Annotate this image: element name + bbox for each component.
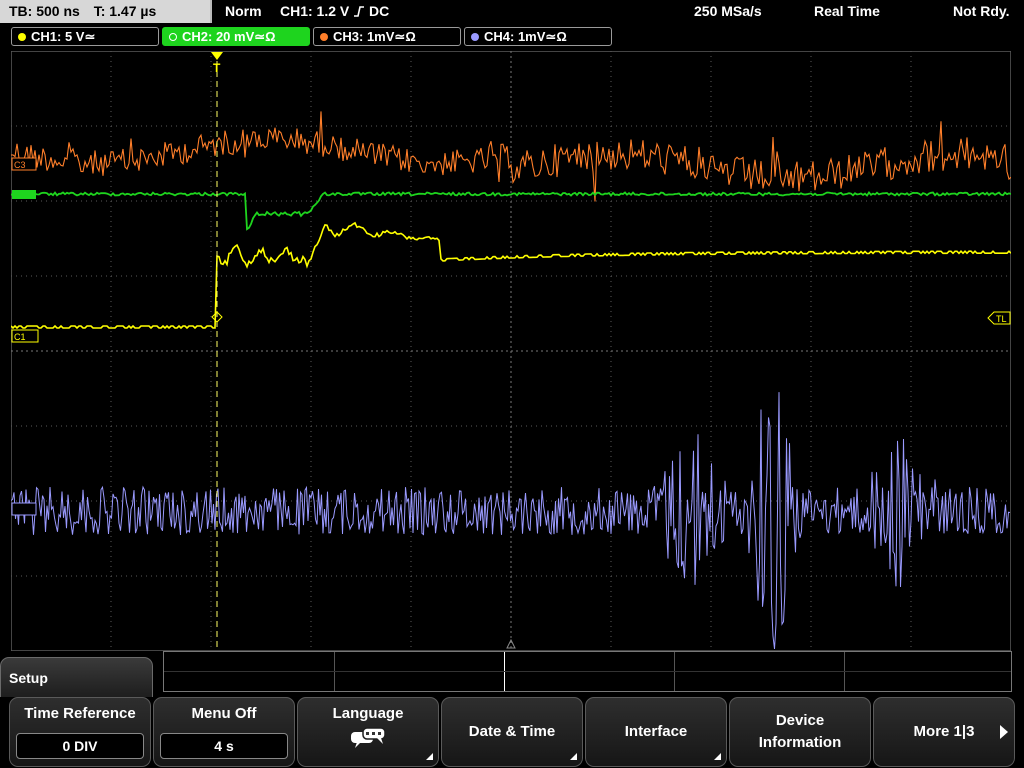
timebase-value: TB: 500 ns	[9, 3, 80, 19]
menu-off-label: Menu Off	[191, 705, 257, 722]
device-info-line1: Device	[775, 712, 825, 729]
ch1-coupling: ≃	[84, 29, 96, 44]
ch3-marker-label: C3	[14, 160, 26, 170]
more-softkey[interactable]: More 1|3	[873, 697, 1015, 767]
next-page-arrow-icon	[999, 725, 1008, 739]
channel-tab-ch2[interactable]: CH2: 20 mV≃Ω	[162, 27, 310, 46]
acquisition-mode: Real Time	[814, 3, 880, 19]
status-bar: TB: 500 ns T: 1.47 µs Norm CH1: 1.2 V DC…	[0, 0, 1024, 24]
menu-off-softkey[interactable]: Menu Off 4 s	[153, 697, 295, 767]
ch2-label: CH2: 20 mV	[182, 29, 255, 44]
ch1-color-dot-icon	[18, 33, 26, 41]
ch1-offset-marker[interactable]: C1	[11, 329, 39, 343]
trigger-source-value: CH1: 1.2 V	[280, 3, 350, 19]
ch2-color-dot-icon	[169, 33, 177, 41]
ch4-label: CH4: 1mV	[484, 29, 546, 44]
trigger-level-label: TL	[996, 314, 1007, 324]
channel-tab-ch1[interactable]: CH1: 5 V≃	[11, 27, 159, 46]
ch3-color-dot-icon	[320, 33, 328, 41]
channel-tab-ch3[interactable]: CH3: 1mV≃Ω	[313, 27, 461, 46]
device-info-line2: Information	[758, 734, 842, 751]
channel-tab-ch4[interactable]: CH4: 1mV≃Ω	[464, 27, 612, 46]
language-label: Language	[332, 705, 404, 722]
waveform-display[interactable]: T C3 C1 TL	[11, 51, 1011, 651]
ch3-offset-marker[interactable]: C3	[11, 157, 37, 171]
ch2-offset-marker[interactable]	[12, 190, 36, 199]
interface-label: Interface	[624, 723, 688, 740]
menu-off-value: 4 s	[160, 733, 288, 759]
trigger-position-label: T	[213, 61, 221, 75]
ch4-color-dot-icon	[471, 33, 479, 41]
submenu-indicator-icon	[426, 753, 433, 760]
trigger-coupling: DC	[369, 3, 390, 19]
language-softkey[interactable]: Language	[297, 697, 439, 767]
trigger-time-value: T: 1.47 µs	[93, 3, 157, 19]
date-time-label: Date & Time	[468, 723, 556, 740]
ch1-label: CH1: 5 V	[31, 29, 85, 44]
ch2-coupling: ≃Ω	[254, 29, 276, 44]
time-reference-label: Time Reference	[24, 705, 136, 722]
menu-title-setup: Setup	[0, 657, 153, 697]
ch1-marker-label: C1	[14, 332, 26, 342]
ch3-coupling: ≃Ω	[394, 29, 416, 44]
trigger-mode[interactable]: Norm	[225, 3, 262, 19]
sample-rate: 250 MSa/s	[694, 3, 762, 19]
more-label: More 1|3	[913, 723, 975, 740]
timebase-overview-strip	[163, 651, 1012, 692]
ch4-offset-marker[interactable]	[11, 502, 37, 516]
ready-state: Not Rdy.	[953, 3, 1010, 19]
time-reference-softkey[interactable]: Time Reference 0 DIV	[9, 697, 151, 767]
time-reference-value: 0 DIV	[16, 733, 144, 759]
device-information-softkey[interactable]: Device Information	[729, 697, 871, 767]
date-time-softkey[interactable]: Date & Time	[441, 697, 583, 767]
interface-softkey[interactable]: Interface	[585, 697, 727, 767]
trigger-source[interactable]: CH1: 1.2 V DC	[280, 3, 389, 19]
submenu-indicator-icon	[714, 753, 721, 760]
rising-edge-icon	[353, 3, 369, 19]
speech-bubbles-icon	[298, 726, 438, 756]
ch3-label: CH3: 1mV	[333, 29, 395, 44]
timebase-readout[interactable]: TB: 500 ns T: 1.47 µs	[0, 0, 212, 23]
submenu-indicator-icon	[570, 753, 577, 760]
ch4-coupling: ≃Ω	[545, 29, 567, 44]
